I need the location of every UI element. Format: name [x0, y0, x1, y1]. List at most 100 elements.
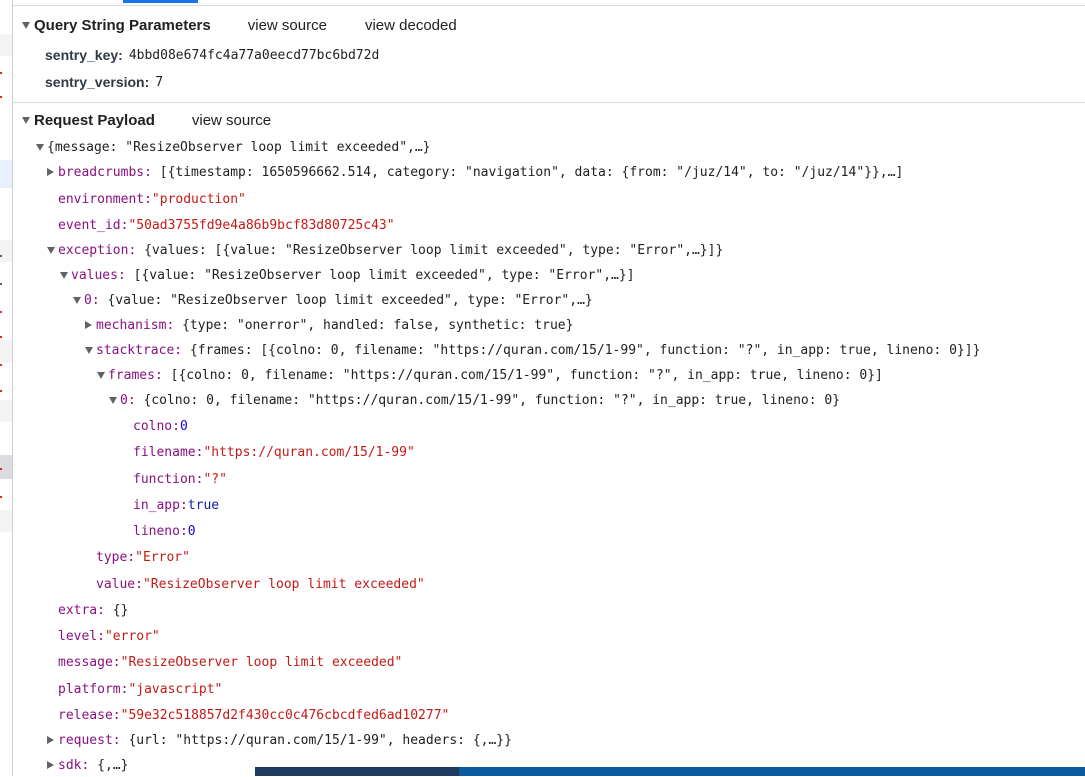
tree-row-mechanism[interactable]: mechanism: {type: "onerror", handled: fa…: [85, 313, 573, 337]
key-breadcrumbs: breadcrumbs:: [58, 164, 152, 180]
key-frames: frames:: [108, 367, 163, 383]
value-exception: {values: [{value: "ResizeObserver loop l…: [136, 242, 724, 258]
param-value: 4bbd08e674fc4a77a0eecd77bc6bd72d: [128, 47, 380, 63]
value-extra: {}: [104, 602, 129, 618]
value-request: {url: "https://quran.com/15/1-99", heade…: [120, 732, 512, 748]
tree-row-frame-0[interactable]: 0: {colno: 0, filename: "https://quran.c…: [109, 388, 840, 412]
param-key: sentry_key:: [45, 47, 123, 63]
tree-row-message: message: "ResizeObserver loop limit exce…: [58, 650, 402, 674]
key-filename: filename:: [133, 444, 204, 460]
value-filename: "https://quran.com/15/1-99": [203, 444, 415, 460]
tree-row-values[interactable]: values: [{value: "ResizeObserver loop li…: [60, 263, 635, 287]
key-exception: exception:: [58, 242, 137, 258]
key-stacktrace: stacktrace:: [96, 342, 183, 358]
expand-right-icon[interactable]: [47, 736, 54, 744]
value-colno: 0: [179, 418, 188, 434]
key-platform: platform:: [58, 681, 129, 697]
query-param-row: sentry_key: 4bbd08e674fc4a77a0eecd77bc6b…: [45, 44, 379, 66]
request-payload-header[interactable]: Request Payload view source: [22, 109, 271, 131]
value-release: "59e32c518857d2f430cc0c476cbcdfed6ad1027…: [120, 707, 450, 723]
collapse-triangle-icon[interactable]: [22, 116, 30, 124]
taskbar-segment: [255, 767, 459, 776]
param-key: sentry_version:: [45, 74, 150, 90]
key-value: value:: [96, 576, 143, 592]
key-environment: environment:: [58, 191, 152, 207]
key-mechanism: mechanism:: [96, 317, 175, 333]
value-mechanism: {type: "onerror", handled: false, synthe…: [174, 317, 574, 333]
expand-down-icon[interactable]: [97, 371, 105, 379]
value-platform: "javascript": [128, 681, 223, 697]
tree-row-release: release: "59e32c518857d2f430cc0c476cbcdf…: [58, 703, 449, 727]
expand-down-icon[interactable]: [109, 396, 117, 404]
value-message: "ResizeObserver loop limit exceeded": [120, 654, 403, 670]
expand-right-icon[interactable]: [85, 321, 92, 329]
key-release: release:: [58, 707, 121, 723]
expand-down-icon[interactable]: [85, 346, 93, 354]
tree-row-platform: platform: "javascript": [58, 677, 222, 701]
root-summary: {message: "ResizeObserver loop limit exc…: [47, 139, 431, 155]
tree-row-values-0[interactable]: 0: {value: "ResizeObserver loop limit ex…: [73, 288, 593, 312]
expand-down-icon[interactable]: [73, 296, 81, 304]
expand-down-icon[interactable]: [36, 143, 44, 151]
query-view-source-link[interactable]: view source: [248, 17, 327, 34]
tree-row-colno: colno: 0: [133, 414, 188, 438]
value-values: [{value: "ResizeObserver loop limit exce…: [125, 267, 635, 283]
tree-row-request[interactable]: request: {url: "https://quran.com/15/1-9…: [47, 728, 512, 752]
expand-right-icon[interactable]: [47, 761, 54, 769]
tree-row-extra: extra: {}: [58, 598, 128, 622]
key-sdk: sdk:: [58, 757, 90, 773]
tree-row-sdk[interactable]: sdk: {,…}: [47, 753, 128, 777]
key-function: function:: [133, 471, 204, 487]
value-lineno: 0: [187, 523, 196, 539]
key-frame-0: 0:: [120, 392, 136, 408]
value-sdk: {,…}: [89, 757, 129, 773]
tree-row-breadcrumbs[interactable]: breadcrumbs: [{timestamp: 1650596662.514…: [47, 160, 903, 184]
query-view-decoded-link[interactable]: view decoded: [365, 17, 457, 34]
tree-row-frames[interactable]: frames: [{colno: 0, filename: "https://q…: [97, 363, 883, 387]
key-type: type:: [96, 549, 136, 565]
key-level: level:: [58, 628, 105, 644]
tree-row-lineno: lineno: 0: [133, 519, 196, 543]
expand-down-icon[interactable]: [60, 271, 68, 279]
tree-row-stacktrace[interactable]: stacktrace: {frames: [{colno: 0, filenam…: [85, 338, 980, 362]
collapse-triangle-icon[interactable]: [22, 21, 30, 29]
value-frame-0: {colno: 0, filename: "https://quran.com/…: [135, 392, 841, 408]
value-environment: "production": [151, 191, 246, 207]
key-lineno: lineno:: [133, 523, 188, 539]
value-breadcrumbs: [{timestamp: 1650596662.514, category: "…: [151, 164, 904, 180]
expand-down-icon[interactable]: [47, 246, 55, 254]
value-stacktrace: {frames: [{colno: 0, filename: "https://…: [182, 342, 981, 358]
param-value: 7: [155, 74, 164, 90]
request-payload-title: Request Payload: [34, 111, 155, 129]
key-index-0: 0:: [84, 292, 100, 308]
query-param-row: sentry_version: 7: [45, 71, 163, 93]
payload-view-source-link[interactable]: view source: [192, 112, 271, 129]
tree-row-in-app: in_app: true: [133, 493, 219, 517]
value-event-id: "50ad3755fd9e4a86b9bcf83d80725c43": [128, 217, 395, 233]
key-request: request:: [58, 732, 121, 748]
tree-row-function: function: "?": [133, 467, 227, 491]
taskbar-segment: [459, 767, 1085, 776]
value-level: "error": [104, 628, 160, 644]
tree-row-environment: environment: "production": [58, 187, 246, 211]
tree-row-type: type: "Error": [96, 545, 190, 569]
expand-right-icon[interactable]: [47, 168, 54, 176]
key-colno: colno:: [133, 418, 180, 434]
tree-row-level: level: "error": [58, 624, 160, 648]
tree-row-value: value: "ResizeObserver loop limit exceed…: [96, 572, 425, 596]
query-string-title: Query String Parameters: [34, 16, 211, 34]
key-message: message:: [58, 654, 121, 670]
query-string-header[interactable]: Query String Parameters view source view…: [22, 14, 457, 36]
left-request-list-strip: [0, 0, 13, 776]
value-type: "Error": [135, 549, 190, 565]
key-event-id: event_id:: [58, 217, 129, 233]
tree-row-root[interactable]: {message: "ResizeObserver loop limit exc…: [36, 135, 431, 159]
tree-row-event-id: event_id: "50ad3755fd9e4a86b9bcf83d80725…: [58, 213, 395, 237]
value-frames: [{colno: 0, filename: "https://quran.com…: [162, 367, 883, 383]
key-in-app: in_app:: [133, 497, 188, 513]
key-extra: extra:: [58, 602, 105, 618]
tree-row-exception[interactable]: exception: {values: [{value: "ResizeObse…: [47, 238, 723, 262]
value-function: "?": [203, 471, 227, 487]
tree-row-filename: filename: "https://quran.com/15/1-99": [133, 440, 415, 464]
value-in-app: true: [187, 497, 220, 513]
